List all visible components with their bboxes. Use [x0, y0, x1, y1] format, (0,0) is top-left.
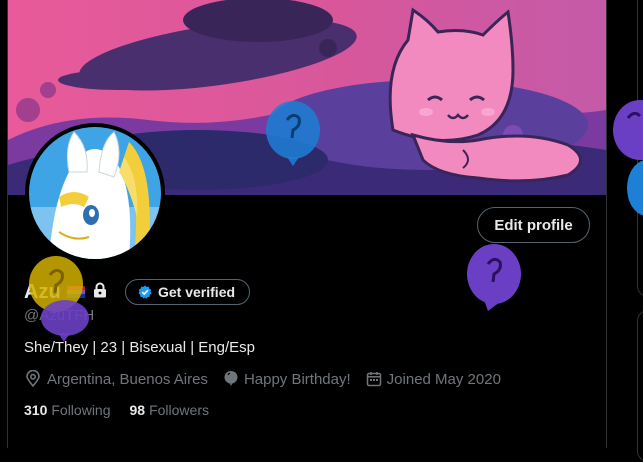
- get-verified-button[interactable]: Get verified: [125, 279, 250, 305]
- sidebar-card: [637, 310, 643, 462]
- display-name: Azu: [24, 280, 61, 303]
- edit-profile-button[interactable]: Edit profile: [477, 207, 590, 243]
- profile-handle: @AzuTFH: [24, 307, 95, 324]
- name-row: Azu: [24, 280, 107, 304]
- right-sidebar-edge: [607, 0, 643, 462]
- lock-icon: [93, 282, 107, 303]
- following-label: Following: [51, 402, 111, 418]
- profile-bio: She/They | 23 | Bisexual | Eng/Esp: [24, 339, 255, 356]
- sidebar-card: [637, 0, 643, 297]
- balloon-overlay-purple: [467, 244, 521, 311]
- get-verified-label: Get verified: [158, 284, 236, 300]
- location-text: Argentina, Buenos Aires: [47, 370, 208, 388]
- profile-avatar[interactable]: [25, 123, 165, 263]
- joined-text: Joined May 2020: [386, 370, 501, 388]
- birthday-text: Happy Birthday!: [243, 370, 351, 388]
- followers-count: 98: [129, 402, 146, 418]
- calendar-icon: [366, 372, 381, 387]
- verified-badge-icon: [138, 285, 152, 299]
- followers-label: Followers: [149, 402, 209, 418]
- profile-meta: Argentina, Buenos Aires Happy Birthday! …: [24, 370, 516, 388]
- following-link[interactable]: 310 Following: [24, 402, 111, 418]
- bisexual-flag-icon: [66, 285, 85, 299]
- following-count: 310: [24, 402, 48, 418]
- follow-stats: 310 Following 98 Followers: [24, 402, 228, 418]
- location-pin-icon: [26, 370, 40, 388]
- location-item: Argentina, Buenos Aires: [24, 370, 208, 388]
- birthday-item: Happy Birthday!: [223, 370, 351, 388]
- followers-link[interactable]: 98 Followers: [130, 402, 209, 418]
- balloon-icon: [224, 371, 238, 386]
- joined-item: Joined May 2020: [366, 371, 501, 388]
